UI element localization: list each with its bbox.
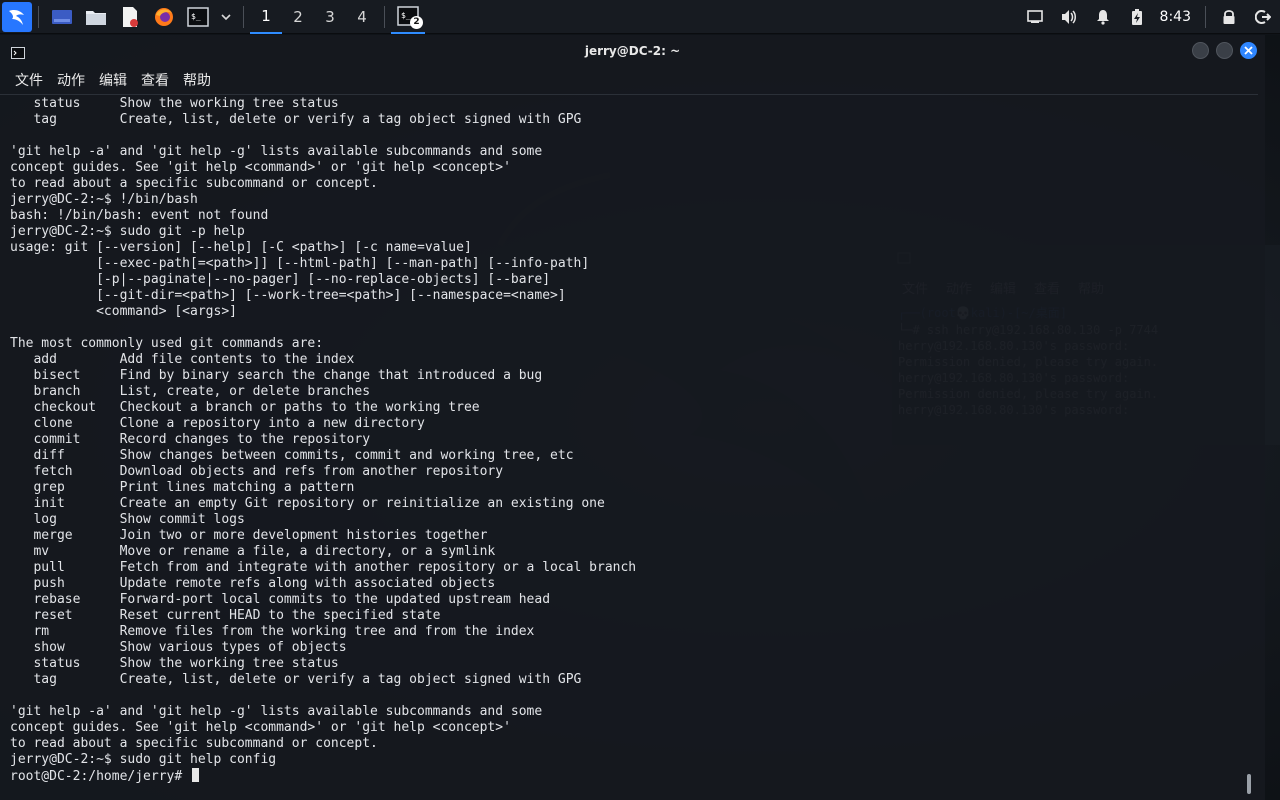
power-tray[interactable] (1124, 4, 1150, 30)
menu-bar: 文件 动作 编辑 查看 帮助 (0, 67, 1265, 93)
window-titlebar[interactable]: jerry@DC-2: ~ (0, 35, 1265, 67)
terminal-line: branch List, create, or delete branches (10, 384, 371, 399)
bell-icon (1096, 10, 1109, 25)
terminal-line: to read about a specific subcommand or c… (10, 176, 378, 191)
terminal-line: add Add file contents to the index (10, 352, 355, 367)
terminal-launcher[interactable]: $_ (185, 4, 211, 30)
lock-icon (1223, 10, 1235, 24)
logout-button[interactable] (1250, 4, 1276, 30)
maximize-button[interactable] (1216, 42, 1233, 59)
terminal-line: mv Move or rename a file, a directory, o… (10, 544, 496, 559)
terminal-line: diff Show changes between commits, commi… (10, 448, 574, 463)
terminal-icon: $_ (187, 6, 209, 27)
menu-edit[interactable]: 编辑 (92, 68, 134, 92)
terminal-line: [--git-dir=<path>] [--work-tree=<path>] … (10, 288, 566, 303)
terminal-line: tag Create, list, delete or verify a tag… (10, 672, 582, 687)
terminal-prompt-line[interactable]: root@DC-2:/home/jerry# (10, 768, 1250, 785)
terminal-line: grep Print lines matching a pattern (10, 480, 355, 495)
close-icon (1244, 46, 1253, 55)
kali-menu-button[interactable] (2, 1, 32, 32)
launcher-dropdown[interactable] (219, 4, 233, 30)
workspace-3[interactable]: 3 (314, 0, 346, 34)
desktop-icon (52, 9, 72, 24)
text-editor-launcher[interactable] (117, 4, 143, 30)
workspace-4[interactable]: 4 (346, 0, 378, 34)
battery-charging-icon (1131, 9, 1142, 25)
terminal-line: 'git help -a' and 'git help -g' lists av… (10, 144, 543, 159)
svg-text:$_: $_ (191, 12, 201, 21)
file-manager-launcher[interactable] (83, 4, 109, 30)
terminal-line: to read about a specific subcommand or c… (10, 736, 378, 751)
window-title: jerry@DC-2: ~ (584, 44, 681, 58)
terminal-line: show Show various types of objects (10, 640, 347, 655)
lock-screen-button[interactable] (1216, 4, 1242, 30)
terminal-window-icon (11, 44, 25, 63)
terminal-window[interactable]: jerry@DC-2: ~ 文件 动作 编辑 查看 帮助 status Show… (0, 35, 1265, 800)
terminal-line: rm Remove files from the working tree an… (10, 624, 535, 639)
terminal-line: concept guides. See 'git help <command>'… (10, 160, 511, 175)
terminal-line: init Create an empty Git repository or r… (10, 496, 605, 511)
terminal-output[interactable]: status Show the working tree status tag … (10, 96, 1250, 796)
shell-prompt: root@DC-2:/home/jerry# (10, 769, 191, 784)
clock[interactable]: 8:43 (1160, 9, 1191, 25)
terminal-line: status Show the working tree status (10, 656, 339, 671)
terminal-line: log Show commit logs (10, 512, 245, 527)
notifications-tray[interactable] (1090, 4, 1116, 30)
terminal-line: status Show the working tree status (10, 96, 339, 111)
folder-icon (86, 10, 106, 25)
terminal-line: <command> [<args>] (10, 304, 237, 319)
terminal-line: push Update remote refs along with assoc… (10, 576, 496, 591)
firefox-launcher[interactable] (151, 4, 177, 30)
terminal-line: usage: git [--version] [--help] [-C <pat… (10, 240, 472, 255)
terminal-line: jerry@DC-2:~$ sudo git -p help (10, 224, 245, 239)
terminal-line: reset Reset current HEAD to the specifie… (10, 608, 441, 623)
terminal-line: bisect Find by binary search the change … (10, 368, 543, 383)
terminal-line: checkout Checkout a branch or paths to t… (10, 400, 480, 415)
workspace-2[interactable]: 2 (282, 0, 314, 34)
network-tray[interactable] (1022, 4, 1048, 30)
terminal-line: merge Join two or more development histo… (10, 528, 488, 543)
menu-file[interactable]: 文件 (8, 68, 50, 92)
logout-icon (1255, 10, 1271, 24)
volume-tray[interactable] (1056, 4, 1082, 30)
kali-dragon-icon (9, 9, 24, 25)
menu-view[interactable]: 查看 (134, 68, 176, 92)
speaker-icon (1061, 10, 1076, 24)
network-icon (1026, 10, 1043, 23)
terminal-line: concept guides. See 'git help <command>'… (10, 720, 511, 735)
terminal-line: The most commonly used git commands are: (10, 336, 324, 351)
terminal-line: jerry@DC-2:~$ sudo git help config (10, 752, 277, 767)
terminal-line: tag Create, list, delete or verify a tag… (10, 112, 582, 127)
text-editor-icon (123, 6, 138, 27)
show-desktop-button[interactable] (49, 4, 75, 30)
chevron-down-icon (221, 13, 231, 20)
terminal-line: rebase Forward-port local commits to the… (10, 592, 551, 607)
terminal-line: fetch Download objects and refs from ano… (10, 464, 504, 479)
terminal-line: 'git help -a' and 'git help -g' lists av… (10, 704, 543, 719)
terminal-line: [-p|--paginate|--no-pager] [--no-replace… (10, 272, 551, 287)
terminal-line: bash: !/bin/bash: event not found (10, 208, 269, 223)
terminal-line: pull Fetch from and integrate with anoth… (10, 560, 637, 575)
terminal-line: [--exec-path[=<path>]] [--html-path] [--… (10, 256, 590, 271)
terminal-line: commit Record changes to the repository (10, 432, 371, 447)
terminal-line: clone Clone a repository into a new dire… (10, 416, 425, 431)
top-panel: $_ 1 2 3 4 $_ 2 8:43 (0, 0, 1280, 34)
taskbar-terminal-group[interactable]: $_ 2 (391, 0, 425, 34)
close-button[interactable] (1240, 42, 1257, 59)
window-count-badge: 2 (410, 15, 423, 29)
firefox-icon (155, 7, 173, 26)
text-cursor (192, 768, 200, 782)
svg-text:$_: $_ (401, 11, 411, 20)
terminal-scrollbar[interactable] (1247, 774, 1251, 794)
menu-actions[interactable]: 动作 (50, 68, 92, 92)
menu-help[interactable]: 帮助 (176, 68, 218, 92)
minimize-button[interactable] (1192, 42, 1209, 59)
workspace-1[interactable]: 1 (250, 0, 282, 34)
terminal-line: jerry@DC-2:~$ !/bin/bash (10, 192, 198, 207)
